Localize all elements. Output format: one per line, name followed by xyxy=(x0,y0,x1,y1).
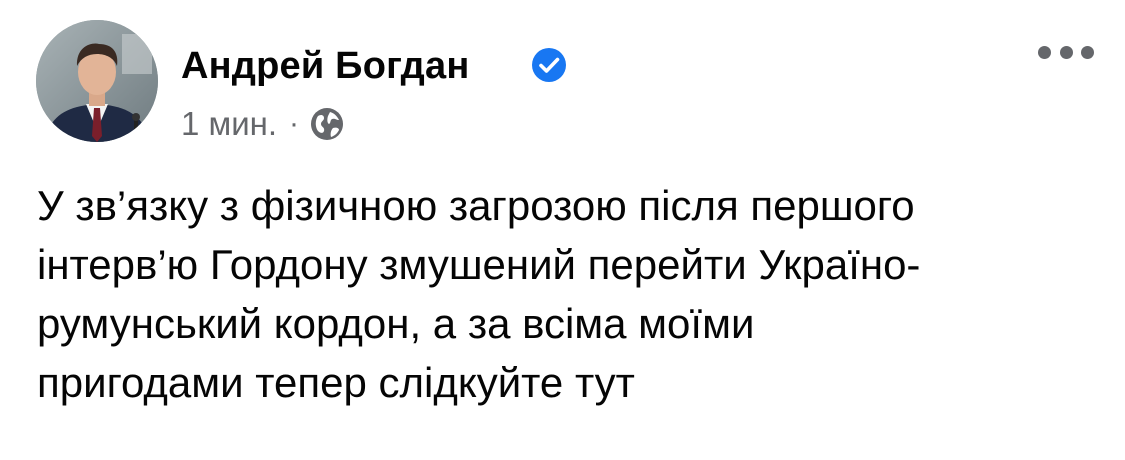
post-text-line: інтерв’ю Гордону змушений перейти Україн… xyxy=(37,241,921,288)
more-dot xyxy=(1038,45,1051,59)
more-dot xyxy=(1081,45,1094,59)
post-text: У зв’язку з фізичною загрозою після перш… xyxy=(37,176,1097,412)
verified-badge-icon xyxy=(532,48,566,82)
author-name[interactable]: Андрей Богдан xyxy=(181,44,470,88)
post-text-line: У зв’язку з фізичною загрозою після перш… xyxy=(37,182,915,229)
post-meta: 1 мин. · xyxy=(181,104,345,144)
meta-separator: · xyxy=(289,107,300,140)
author-avatar-image xyxy=(36,20,158,142)
post-text-line: румунський кордон, а за всіма моїми xyxy=(37,300,755,347)
post-text-line: пригодами тепер слідкуйте тут xyxy=(37,359,635,406)
more-options-button[interactable] xyxy=(1038,38,1094,66)
facebook-post: Андрей Богдан 1 мин. · У зв’язку з фізич… xyxy=(0,0,1125,460)
globe-icon[interactable] xyxy=(309,106,345,142)
more-dot xyxy=(1059,45,1073,59)
post-timestamp[interactable]: 1 мин. xyxy=(181,105,277,143)
author-avatar[interactable] xyxy=(36,20,158,142)
